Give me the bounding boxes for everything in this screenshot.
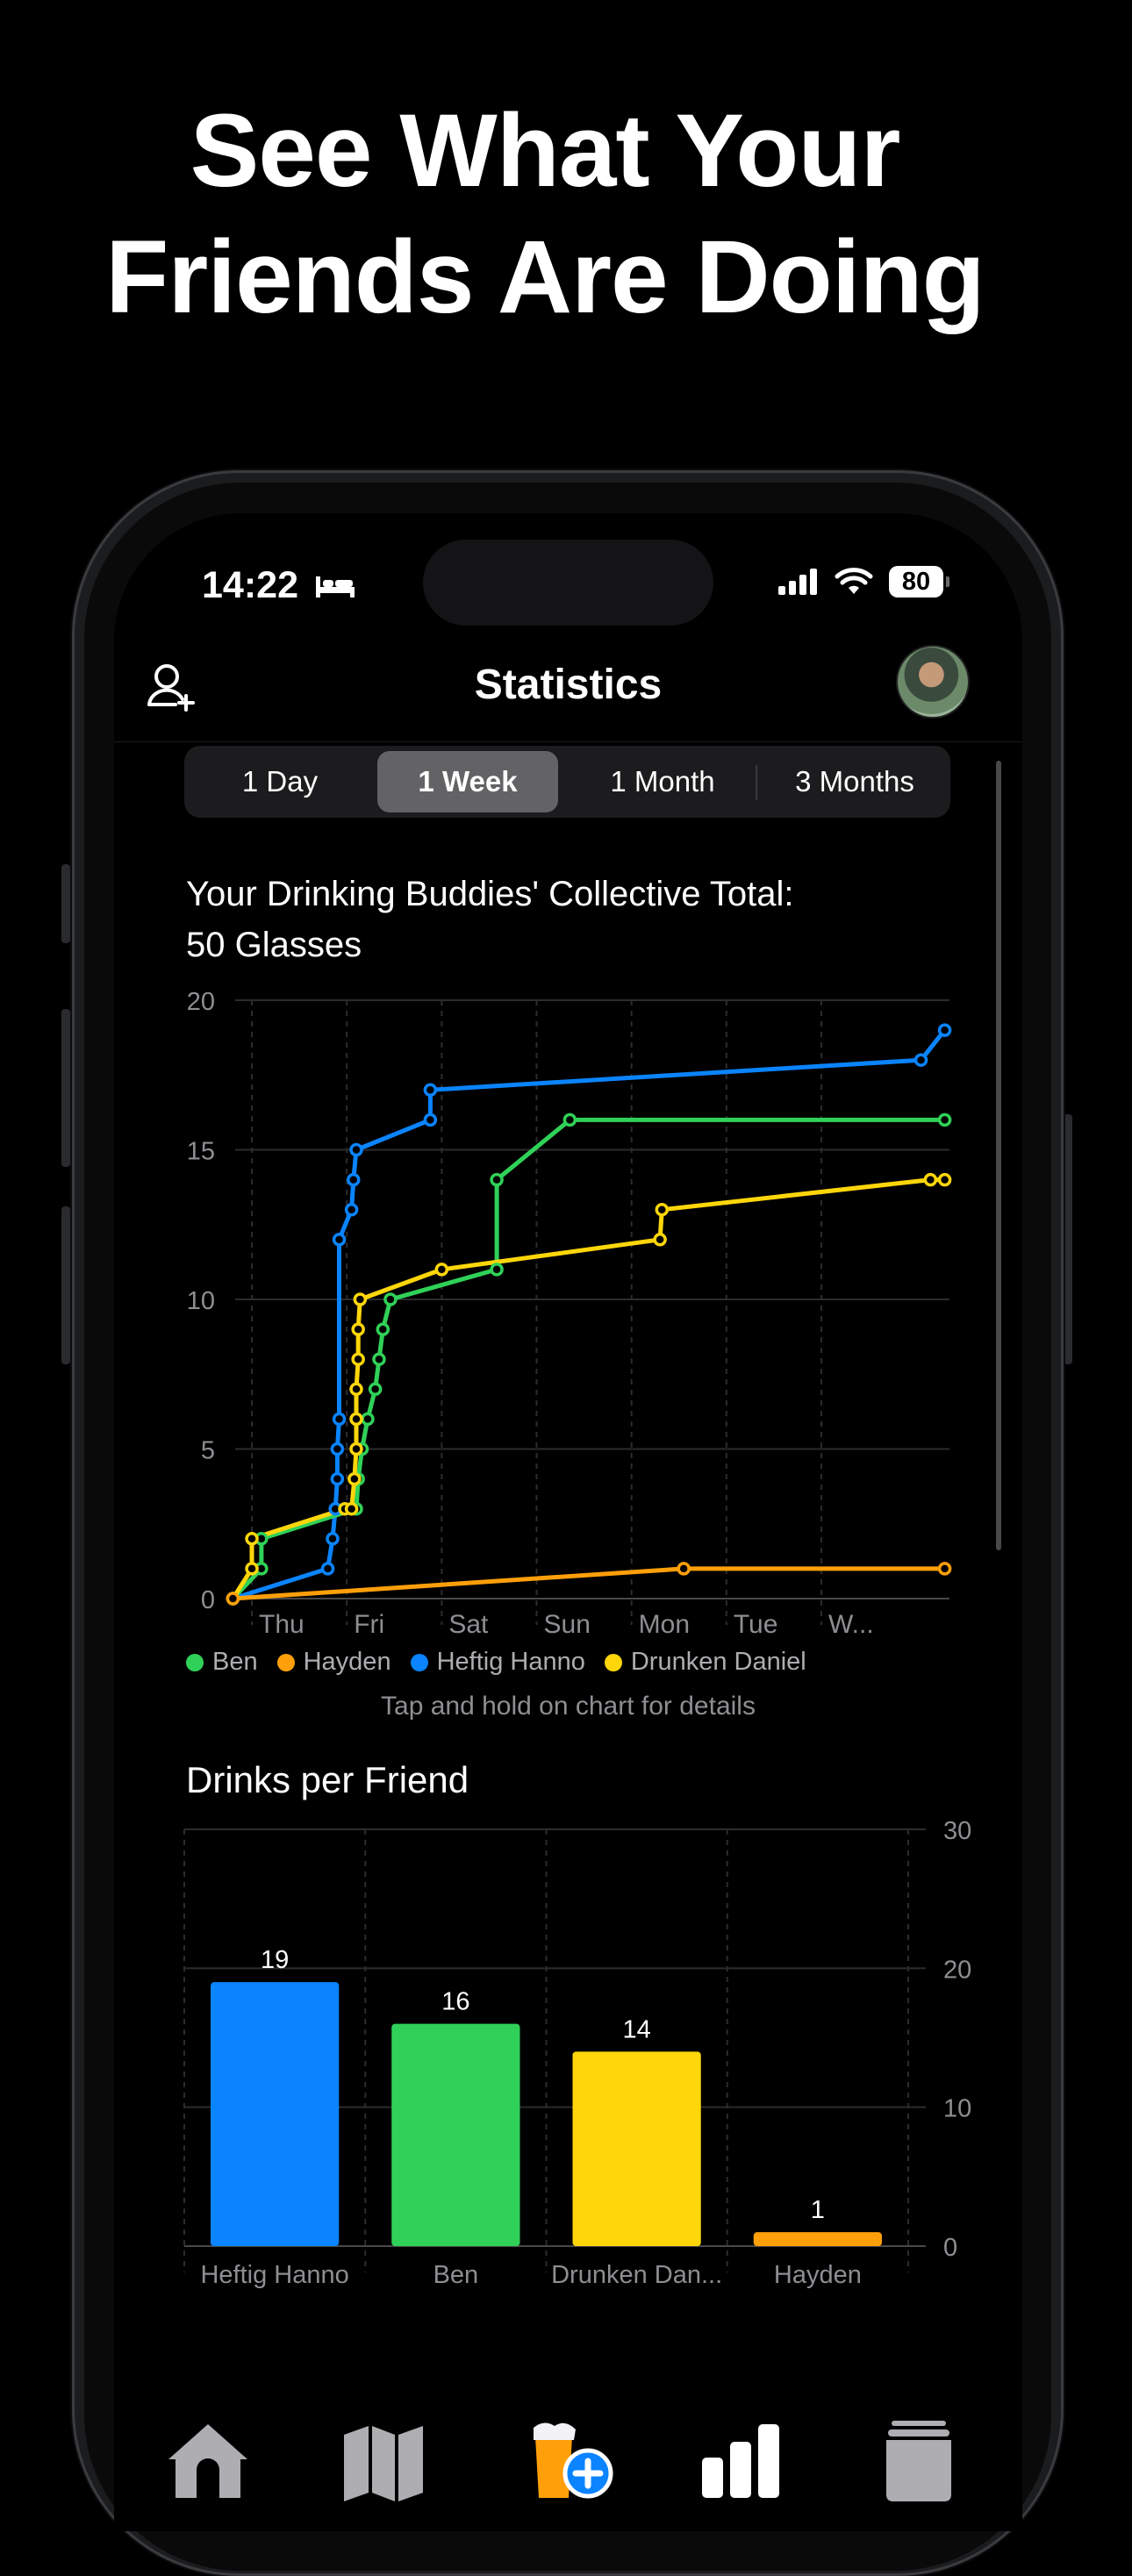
bar-heftig-hanno (211, 1982, 340, 2246)
bar-category-label: Heftig Hanno (200, 2261, 348, 2289)
bar-chart-icon[interactable] (693, 2417, 790, 2505)
map-icon[interactable] (335, 2417, 432, 2505)
headline-line-1: See What Your (190, 93, 901, 209)
phone-screen: 14:22 80 Statistics 1 Day 1 Week 1 Month… (114, 513, 1022, 2531)
phone-volume-down-button (61, 1206, 70, 1364)
drinks-per-friend-bar-chart[interactable]: 0 10 20 30 19 Heftig Hanno 16 Ben 14 Drunken Dan.… (114, 513, 1022, 2444)
bar-category-label: Hayden (774, 2261, 862, 2289)
bar-value-label: 1 (811, 2196, 825, 2224)
bar-drunken-dan (572, 2051, 701, 2246)
headline: See What Your Friends Are Doing (0, 88, 1090, 340)
phone-action-button (61, 864, 70, 943)
tab-bar (114, 2391, 1022, 2531)
bar-y-tick-label: 30 (943, 1817, 971, 1845)
glass-icon[interactable] (870, 2417, 967, 2505)
phone-power-button (1064, 1114, 1072, 1364)
bar-hayden (753, 2232, 882, 2246)
bar-y-tick-label: 0 (943, 2234, 957, 2262)
bar-value-label: 19 (261, 1946, 289, 1974)
headline-line-2: Friends Are Doing (105, 219, 985, 335)
bar-y-tick-label: 10 (943, 2095, 971, 2123)
bar-y-tick-label: 20 (943, 1956, 971, 1984)
house-icon[interactable] (160, 2417, 256, 2505)
phone-volume-up-button (61, 1009, 70, 1167)
bar-value-label: 14 (622, 2015, 650, 2043)
bar-ben (391, 2023, 520, 2246)
bar-category-label: Drunken Dan... (551, 2261, 722, 2289)
beer-add-icon[interactable] (518, 2417, 614, 2505)
bar-value-label: 16 (441, 1988, 469, 2016)
bar-category-label: Ben (433, 2261, 479, 2289)
